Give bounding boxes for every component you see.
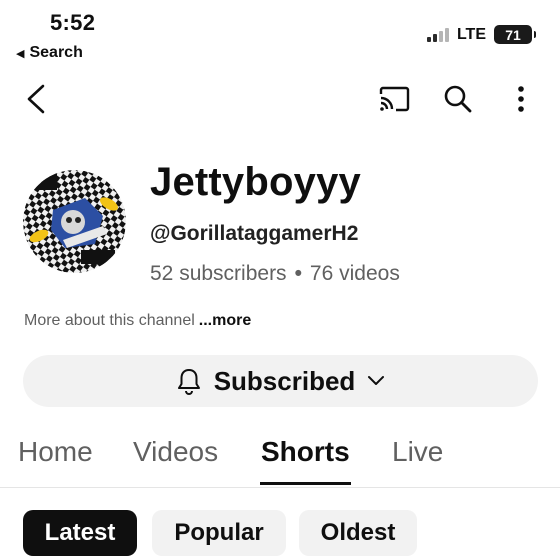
filter-chip-oldest[interactable]: Oldest [299, 510, 417, 556]
channel-tabs: Home Videos Shorts Live [0, 430, 560, 488]
more-vert-icon[interactable] [510, 84, 532, 114]
tab-shorts[interactable]: Shorts [261, 436, 350, 468]
network-label: LTE [456, 25, 486, 43]
cast-icon[interactable] [378, 86, 410, 112]
back-triangle-icon: ◀ [16, 47, 25, 60]
battery-level: 71 [505, 26, 521, 43]
tab-videos[interactable]: Videos [133, 436, 218, 468]
channel-stats: 52 subscribers • 76 videos [150, 262, 400, 286]
back-to-app-link[interactable]: ◀ Search [16, 44, 83, 62]
bell-icon [177, 369, 200, 395]
channel-handle: @GorillataggamerH2 [150, 222, 359, 245]
battery-icon: 71 [494, 25, 536, 44]
filter-chip-latest[interactable]: Latest [23, 510, 137, 556]
channel-name: Jettyboyyy [150, 160, 361, 204]
stats-separator: • [294, 262, 302, 285]
avatar[interactable] [23, 170, 126, 273]
tab-home[interactable]: Home [18, 436, 93, 468]
back-icon[interactable] [24, 83, 48, 115]
subscribed-label: Subscribed [213, 365, 356, 396]
channel-about[interactable]: More about this channel ...more [24, 312, 251, 330]
search-icon[interactable] [443, 84, 473, 114]
back-app-label: Search [29, 44, 83, 61]
filter-chip-popular[interactable]: Popular [152, 510, 286, 556]
tabs-divider [0, 487, 560, 488]
about-text: More about this channel [24, 312, 195, 329]
subscriber-count: 52 subscribers [150, 262, 287, 285]
chevron-down-icon [368, 376, 385, 385]
tab-live[interactable]: Live [392, 436, 443, 468]
video-count: 76 videos [309, 262, 400, 285]
signal-icon [426, 27, 449, 42]
status-indicators: LTE 71 [426, 25, 536, 44]
subscribed-button[interactable]: Subscribed [23, 355, 538, 407]
status-time: 5:52 [50, 10, 96, 35]
about-more-link[interactable]: ...more [199, 312, 251, 329]
active-tab-indicator [260, 482, 351, 485]
